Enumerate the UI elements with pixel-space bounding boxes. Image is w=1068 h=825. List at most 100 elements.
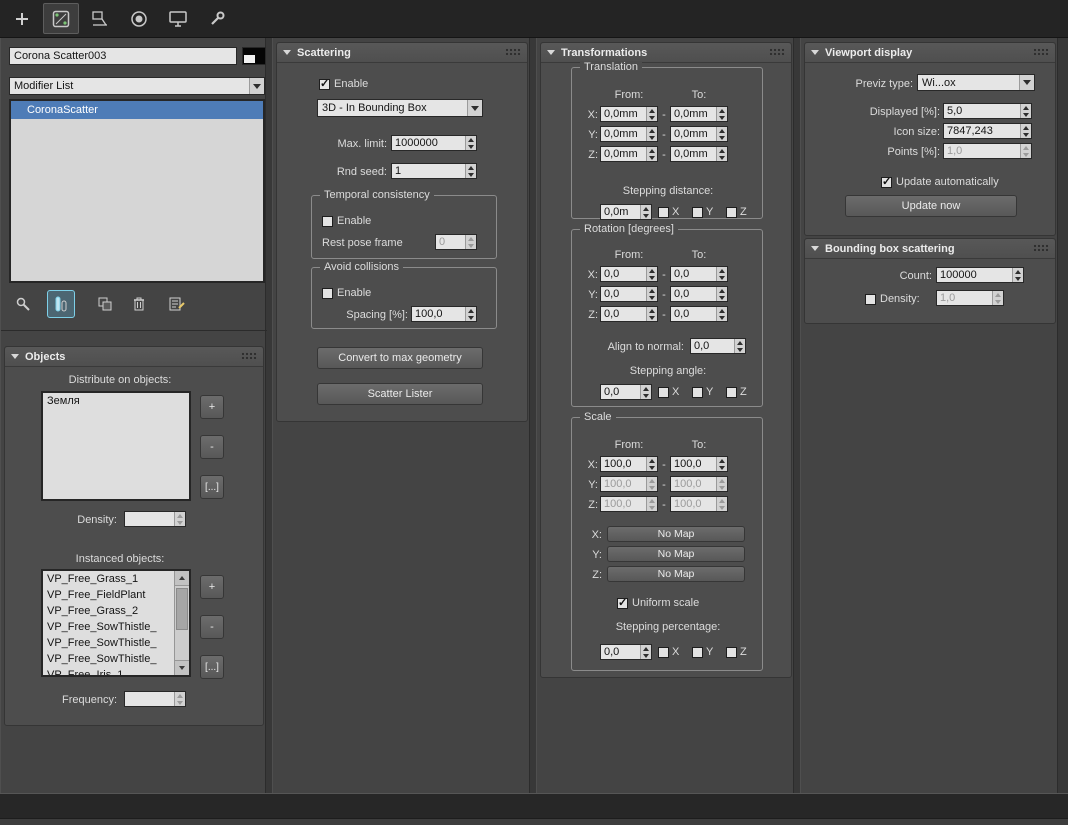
checkbox[interactable] bbox=[658, 386, 669, 398]
spinner-arrows[interactable] bbox=[1020, 124, 1031, 138]
previz-type-dropdown[interactable]: Wi...ox bbox=[917, 74, 1035, 91]
scale-y-to-field[interactable]: 100,0 bbox=[670, 476, 728, 492]
translation-z-to-field[interactable]: 0,0mm bbox=[670, 146, 728, 162]
density-checkbox[interactable]: Density: bbox=[865, 292, 920, 306]
translation-y-from-field[interactable]: 0,0mm bbox=[600, 126, 658, 142]
list-item[interactable]: VP_Free_SowThistle_ bbox=[43, 635, 189, 651]
temporal-enable-checkbox[interactable]: Enable bbox=[322, 214, 371, 228]
make-unique-button[interactable] bbox=[91, 290, 119, 318]
instanced-pick-button[interactable]: [...] bbox=[200, 655, 224, 679]
configure-modifier-sets-button[interactable] bbox=[163, 290, 191, 318]
scale-x-to-field[interactable]: 100,0 bbox=[670, 456, 728, 472]
spinner-arrows[interactable] bbox=[640, 205, 651, 219]
stepping-y-checkbox[interactable]: Y bbox=[692, 205, 713, 219]
spinner-arrows[interactable] bbox=[716, 457, 727, 471]
scale-y-from-field[interactable]: 100,0 bbox=[600, 476, 658, 492]
stepping-x-checkbox[interactable]: X bbox=[658, 205, 679, 219]
collisions-enable-checkbox[interactable]: Enable bbox=[322, 286, 371, 300]
checkbox[interactable] bbox=[322, 287, 333, 299]
max-limit-field[interactable]: 1000000 bbox=[391, 135, 477, 151]
checkbox[interactable] bbox=[322, 215, 333, 227]
settings-tool-button[interactable] bbox=[199, 3, 235, 34]
spinner-arrows[interactable] bbox=[716, 267, 727, 281]
rotation-y-from-field[interactable]: 0,0 bbox=[600, 286, 658, 302]
list-item[interactable]: VP_Free_SowThistle_ bbox=[43, 619, 189, 635]
bounding-box-rollout-header[interactable]: Bounding box scattering bbox=[805, 239, 1055, 259]
list-item[interactable]: VP_Free_Iris_1 bbox=[43, 667, 189, 675]
icon-size-field[interactable]: 7847,243 bbox=[943, 123, 1032, 139]
spinner-arrows[interactable] bbox=[1012, 268, 1023, 282]
scattering-enable-checkbox[interactable]: Enable bbox=[319, 77, 368, 91]
spinner-arrows[interactable] bbox=[646, 307, 657, 321]
checkbox[interactable] bbox=[726, 646, 737, 658]
drag-grip[interactable] bbox=[1033, 48, 1049, 57]
checkbox[interactable] bbox=[692, 386, 703, 398]
checkbox[interactable] bbox=[726, 206, 737, 218]
checkbox[interactable] bbox=[658, 646, 669, 658]
align-to-normal-field[interactable]: 0,0 bbox=[690, 338, 746, 354]
spinner-arrows[interactable] bbox=[1020, 144, 1031, 158]
spinner-arrows[interactable] bbox=[734, 339, 745, 353]
rest-pose-frame-field[interactable]: 0 bbox=[435, 234, 477, 250]
spinner-arrows[interactable] bbox=[646, 267, 657, 281]
scroll-thumb[interactable] bbox=[176, 588, 188, 630]
list-item[interactable]: VP_Free_SowThistle_ bbox=[43, 651, 189, 667]
frequency-field[interactable] bbox=[124, 691, 186, 707]
drag-grip[interactable] bbox=[1033, 244, 1049, 253]
rotation-y-to-field[interactable]: 0,0 bbox=[670, 286, 728, 302]
points-percent-field[interactable]: 1,0 bbox=[943, 143, 1032, 159]
pick-target-button[interactable] bbox=[82, 3, 118, 34]
spinner-arrows[interactable] bbox=[174, 692, 185, 706]
spinner-arrows[interactable] bbox=[716, 307, 727, 321]
count-field[interactable]: 100000 bbox=[936, 267, 1024, 283]
rotation-x-to-field[interactable]: 0,0 bbox=[670, 266, 728, 282]
translation-y-to-field[interactable]: 0,0mm bbox=[670, 126, 728, 142]
modifier-stack-list[interactable]: CoronaScatter bbox=[9, 99, 265, 283]
stepping-z-checkbox[interactable]: Z bbox=[726, 645, 747, 659]
checkbox[interactable] bbox=[726, 386, 737, 398]
list-item[interactable]: Земля bbox=[43, 393, 189, 409]
modifier-stack-item[interactable]: CoronaScatter bbox=[11, 101, 263, 119]
scale-z-map-button[interactable]: No Map bbox=[607, 566, 745, 582]
stepping-percentage-field[interactable]: 0,0 bbox=[600, 644, 652, 660]
scroll-up-icon[interactable] bbox=[175, 571, 189, 586]
scale-z-to-field[interactable]: 100,0 bbox=[670, 496, 728, 512]
objects-rollout-header[interactable]: Objects bbox=[5, 347, 263, 367]
drag-grip[interactable] bbox=[769, 48, 785, 57]
stepping-x-checkbox[interactable]: X bbox=[658, 385, 679, 399]
spinner-arrows[interactable] bbox=[646, 477, 657, 491]
stepping-distance-field[interactable]: 0,0m bbox=[600, 204, 652, 220]
spinner-arrows[interactable] bbox=[646, 107, 657, 121]
distribution-mode-dropdown[interactable]: 3D - In Bounding Box bbox=[317, 99, 483, 117]
spinner-arrows[interactable] bbox=[1020, 104, 1031, 118]
spinner-arrows[interactable] bbox=[716, 107, 727, 121]
dot-circle-button[interactable] bbox=[121, 3, 157, 34]
scatter-lister-button[interactable]: Scatter Lister bbox=[317, 383, 483, 405]
drag-grip[interactable] bbox=[241, 352, 257, 361]
pin-stack-button[interactable] bbox=[9, 290, 37, 318]
stepping-z-checkbox[interactable]: Z bbox=[726, 205, 747, 219]
stepping-z-checkbox[interactable]: Z bbox=[726, 385, 747, 399]
uniform-scale-checkbox[interactable]: Uniform scale bbox=[617, 596, 699, 610]
instanced-objects-list[interactable]: VP_Free_Grass_1 VP_Free_FieldPlant VP_Fr… bbox=[41, 569, 191, 677]
displayed-percent-field[interactable]: 5,0 bbox=[943, 103, 1032, 119]
spinner-arrows[interactable] bbox=[716, 147, 727, 161]
distribute-remove-button[interactable]: - bbox=[200, 435, 224, 459]
show-end-result-button[interactable] bbox=[47, 290, 75, 318]
add-button[interactable] bbox=[4, 3, 40, 34]
scale-x-map-button[interactable]: No Map bbox=[607, 526, 745, 542]
stepping-y-checkbox[interactable]: Y bbox=[692, 645, 713, 659]
object-name-field[interactable]: Corona Scatter003 bbox=[9, 47, 237, 65]
instanced-remove-button[interactable]: - bbox=[200, 615, 224, 639]
bbox-density-field[interactable]: 1,0 bbox=[936, 290, 1004, 306]
object-color-swatch[interactable] bbox=[242, 47, 266, 65]
checkbox[interactable] bbox=[865, 293, 876, 305]
stepping-angle-field[interactable]: 0,0 bbox=[600, 384, 652, 400]
list-item[interactable]: VP_Free_Grass_1 bbox=[43, 571, 189, 587]
spinner-arrows[interactable] bbox=[465, 307, 476, 321]
distribute-objects-list[interactable]: Земля bbox=[41, 391, 191, 501]
spinner-arrows[interactable] bbox=[640, 385, 651, 399]
rotation-z-to-field[interactable]: 0,0 bbox=[670, 306, 728, 322]
scroll-down-icon[interactable] bbox=[175, 660, 189, 675]
spinner-arrows[interactable] bbox=[646, 127, 657, 141]
